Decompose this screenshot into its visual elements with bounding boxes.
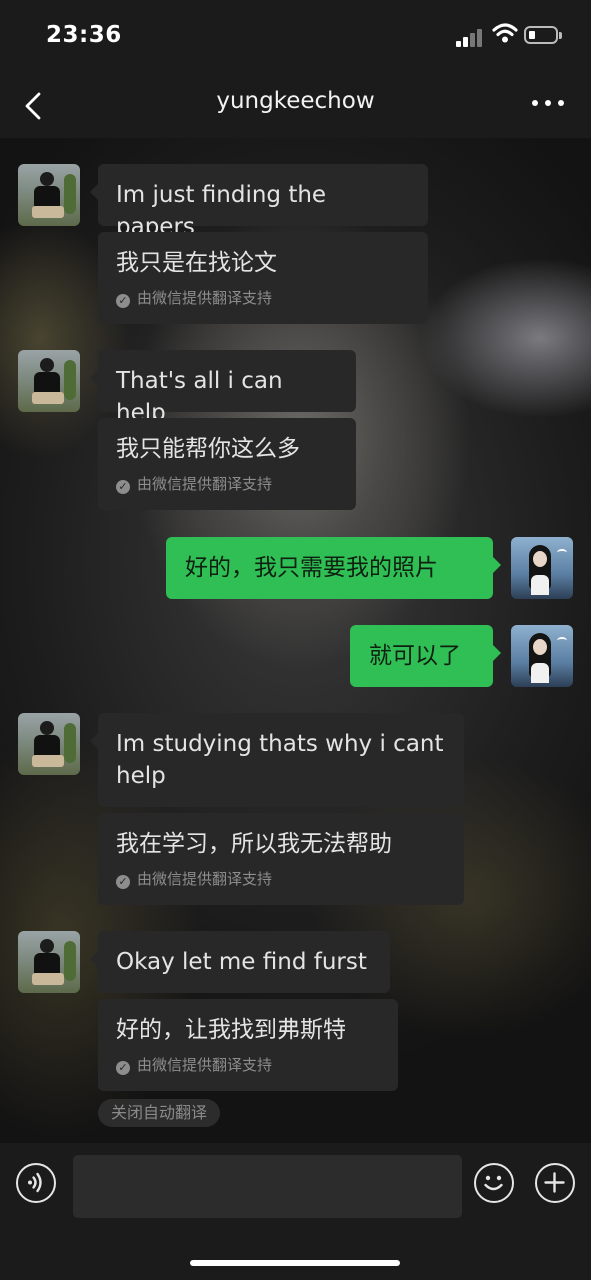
translation-note: ✓ 由微信提供翻译支持 xyxy=(116,474,272,494)
contact-avatar[interactable] xyxy=(18,350,80,412)
incoming-message-bubble[interactable]: That's all i can help xyxy=(90,350,356,426)
contact-avatar[interactable] xyxy=(18,931,80,993)
translation-note: ✓ 由微信提供翻译支持 xyxy=(116,288,272,308)
message-input[interactable] xyxy=(73,1155,462,1218)
status-time: 23:36 xyxy=(46,22,122,48)
check-circle-icon: ✓ xyxy=(116,875,130,889)
message-text: 就可以了 xyxy=(369,643,461,669)
top-bar: 23:36 yungkeechow xyxy=(0,0,591,138)
my-avatar[interactable] xyxy=(511,537,573,599)
message-list[interactable]: Im just finding the papers 我只是在找论文 ✓ 由微信提… xyxy=(0,138,591,1143)
my-avatar[interactable] xyxy=(511,625,573,687)
message-text: 好的，我只需要我的照片 xyxy=(185,555,438,581)
check-circle-icon: ✓ xyxy=(116,294,130,308)
outgoing-message-bubble[interactable]: 好的，我只需要我的照片 xyxy=(166,537,501,599)
translation-bubble[interactable]: 我在学习，所以我无法帮助 ✓ 由微信提供翻译支持 xyxy=(98,813,464,905)
plus-icon xyxy=(544,1172,565,1193)
more-functions-button[interactable] xyxy=(535,1163,575,1203)
incoming-message-bubble[interactable]: Im just finding the papers xyxy=(90,164,428,240)
translation-note: ✓ 由微信提供翻译支持 xyxy=(116,869,272,889)
voice-icon xyxy=(28,1172,42,1193)
incoming-message-bubble[interactable]: Im studying thats why i cant help xyxy=(90,713,464,807)
translation-note-text: 由微信提供翻译支持 xyxy=(137,475,273,493)
translation-bubble[interactable]: 我只能帮你这么多 ✓ 由微信提供翻译支持 xyxy=(98,418,356,510)
message-text: Im studying thats why i cant help xyxy=(116,731,444,789)
translation-note-text: 由微信提供翻译支持 xyxy=(137,870,273,888)
translation-bubble[interactable]: 好的，让我找到弗斯特 ✓ 由微信提供翻译支持 xyxy=(98,999,398,1091)
translation-note-text: 由微信提供翻译支持 xyxy=(137,289,273,307)
translation-text: 我只能帮你这么多 xyxy=(116,436,300,462)
cellular-signal-icon xyxy=(456,27,484,47)
smiley-icon xyxy=(484,1175,503,1191)
contact-avatar[interactable] xyxy=(18,164,80,226)
auto-translate-toggle[interactable]: 关闭自动翻译 xyxy=(98,1099,221,1127)
contact-avatar[interactable] xyxy=(18,713,80,775)
wifi-icon xyxy=(492,23,518,43)
battery-icon xyxy=(524,26,562,44)
incoming-message-bubble[interactable]: Okay let me find furst xyxy=(90,931,390,993)
outgoing-message-bubble[interactable]: 就可以了 xyxy=(350,625,501,687)
translation-text: 我只是在找论文 xyxy=(116,250,277,276)
translation-note: ✓ 由微信提供翻译支持 xyxy=(116,1055,272,1075)
more-options-icon[interactable] xyxy=(532,100,564,108)
home-indicator[interactable] xyxy=(190,1260,400,1266)
voice-input-button[interactable] xyxy=(16,1163,56,1203)
translation-note-text: 由微信提供翻译支持 xyxy=(137,1056,273,1074)
translation-bubble[interactable]: 我只是在找论文 ✓ 由微信提供翻译支持 xyxy=(98,232,428,324)
chat-screen: 23:36 yungkeechow Im just finding the pa… xyxy=(0,0,591,1280)
check-circle-icon: ✓ xyxy=(116,1061,130,1075)
message-text: Okay let me find furst xyxy=(116,949,367,975)
translation-text: 我在学习，所以我无法帮助 xyxy=(116,831,392,857)
chat-title: yungkeechow xyxy=(216,88,375,114)
translation-text: 好的，让我找到弗斯特 xyxy=(116,1017,346,1043)
check-circle-icon: ✓ xyxy=(116,480,130,494)
emoji-button[interactable] xyxy=(474,1163,514,1203)
